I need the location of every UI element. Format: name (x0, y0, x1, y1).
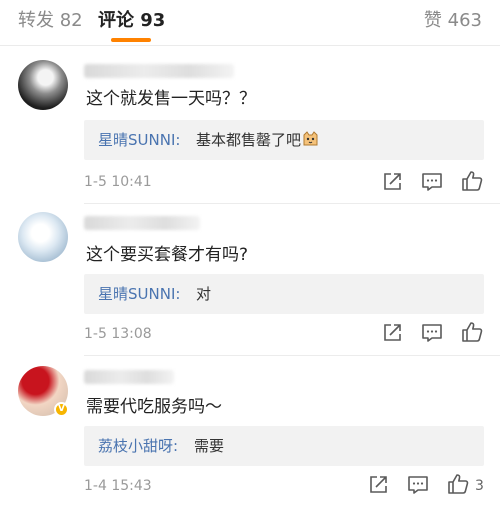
tab-like-count: 463 (447, 10, 482, 31)
tab-comment[interactable]: 评论 93 (98, 10, 165, 32)
tab-comment-count: 93 (140, 10, 166, 31)
share-icon[interactable] (366, 473, 390, 497)
active-tab-indicator (111, 38, 151, 42)
username-blurred[interactable] (84, 370, 174, 384)
comment-text: 这个要买套餐才有吗? (86, 245, 249, 265)
comment-icon[interactable] (420, 170, 444, 194)
like-icon[interactable] (460, 320, 484, 344)
tab-repost[interactable]: 转发 82 (18, 10, 83, 32)
like-icon[interactable] (446, 472, 470, 496)
like-icon[interactable] (460, 169, 484, 193)
share-icon[interactable] (380, 170, 404, 194)
reply-author[interactable]: 荔枝小甜呀: (98, 436, 178, 456)
comment-icon[interactable] (420, 321, 444, 345)
reply-text: 需要 (194, 437, 225, 455)
timestamp: 1-5 13:08 (84, 326, 152, 342)
comment-text: 这个就发售一天吗？？ (86, 89, 256, 109)
reply-box[interactable]: 荔枝小甜呀: 需要 (84, 426, 484, 466)
username-blurred[interactable] (84, 64, 234, 78)
cat-face-emoji-icon (302, 130, 319, 152)
tab-repost-count: 82 (59, 10, 83, 31)
comment-item: 这个就发售一天吗？？ 星晴SUNNI: 基本都售罄了吧 1-5 10:41 (0, 46, 500, 204)
verified-badge-icon: V (54, 402, 69, 417)
reply-text: 对 (196, 285, 212, 303)
reply-box[interactable]: 星晴SUNNI: 对 (84, 274, 484, 314)
tab-like-label: 赞 (423, 10, 442, 31)
comment-text: 需要代吃服务吗～ (86, 397, 222, 417)
reply-text-content: 基本都售罄了吧 (196, 131, 302, 149)
like-count: 3 (475, 478, 484, 494)
comment-icon[interactable] (406, 473, 430, 497)
username-blurred[interactable] (84, 216, 200, 230)
reply-box[interactable]: 星晴SUNNI: 基本都售罄了吧 (84, 120, 484, 160)
tab-comment-label: 评论 (98, 10, 134, 31)
tab-like[interactable]: 赞 463 (424, 10, 482, 32)
comment-item: V 需要代吃服务吗～ 荔枝小甜呀: 需要 1-4 15:43 3 (0, 356, 500, 509)
tab-bar: 转发 82 评论 93 赞 463 (0, 0, 500, 46)
avatar[interactable] (18, 60, 68, 110)
share-icon[interactable] (380, 321, 404, 345)
tab-repost-label: 转发 (18, 10, 54, 31)
reply-author[interactable]: 星晴SUNNI: (98, 284, 180, 304)
comment-item: 这个要买套餐才有吗? 星晴SUNNI: 对 1-5 13:08 (0, 204, 500, 356)
timestamp: 1-5 10:41 (84, 174, 152, 190)
reply-text: 基本都售罄了吧 (196, 130, 319, 152)
reply-author[interactable]: 星晴SUNNI: (98, 130, 180, 150)
avatar[interactable] (18, 212, 68, 262)
timestamp: 1-4 15:43 (84, 478, 152, 494)
